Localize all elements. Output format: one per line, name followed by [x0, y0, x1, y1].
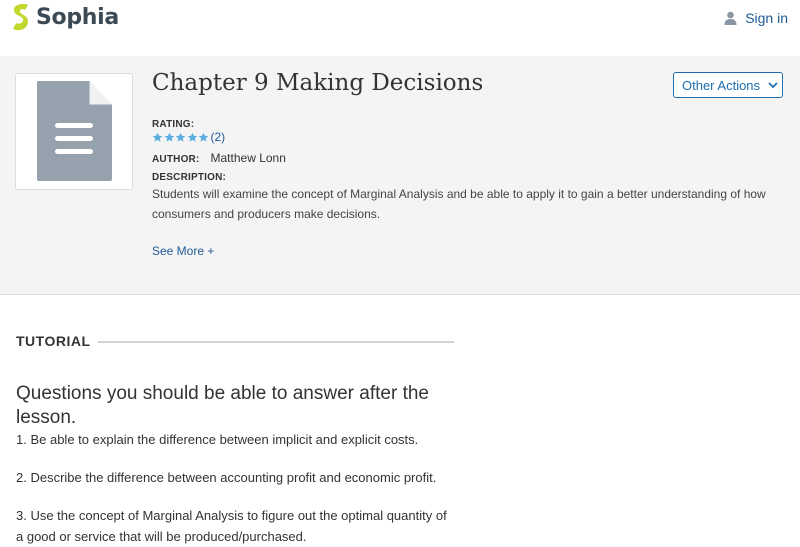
rating-stars — [152, 132, 210, 143]
person-icon — [724, 11, 737, 25]
star-icon — [175, 132, 186, 142]
rating-count[interactable]: (2) — [211, 130, 226, 144]
author-name[interactable]: Matthew Lonn — [211, 151, 286, 165]
sophia-logo[interactable]: Sophia — [10, 3, 119, 31]
rating[interactable]: (2) — [152, 130, 225, 144]
chevron-down-icon — [768, 81, 778, 88]
description-text: Students will examine the concept of Mar… — [152, 187, 766, 221]
page-title: Chapter 9 Making Decisions — [152, 70, 484, 96]
description-label: DESCRIPTION: — [152, 172, 227, 183]
sophia-logo-icon — [13, 4, 28, 31]
document-icon — [37, 81, 112, 181]
question-item: 1. Be able to explain the difference bet… — [16, 432, 419, 447]
star-icon — [152, 132, 163, 142]
tutorial-label: TUTORIAL — [16, 333, 91, 349]
logo-text: Sophia — [36, 4, 119, 30]
section-divider — [98, 341, 454, 343]
rating-label: RATING: — [152, 119, 195, 130]
signin-link[interactable]: Sign in — [724, 10, 788, 26]
signin-label: Sign in — [745, 10, 788, 26]
star-icon — [164, 132, 174, 142]
other-actions-button[interactable]: Other Actions — [673, 72, 783, 98]
author-label: AUTHOR: — [152, 154, 200, 165]
lesson-heading: Questions you should be able to answer a… — [16, 383, 429, 428]
resource-thumbnail — [15, 73, 133, 190]
question-item: 2. Describe the difference between accou… — [16, 470, 437, 485]
resource-hero: Chapter 9 Making Decisions Other Actions… — [0, 56, 800, 295]
star-icon — [187, 132, 197, 142]
see-more-link[interactable]: See More + — [152, 244, 214, 258]
top-header: Sophia Sign in — [0, 0, 800, 56]
question-item: 3. Use the concept of Marginal Analysis … — [16, 508, 447, 544]
tutorial-section-header: TUTORIAL — [16, 333, 91, 349]
other-actions-label: Other Actions — [682, 77, 761, 93]
star-icon — [198, 132, 209, 142]
